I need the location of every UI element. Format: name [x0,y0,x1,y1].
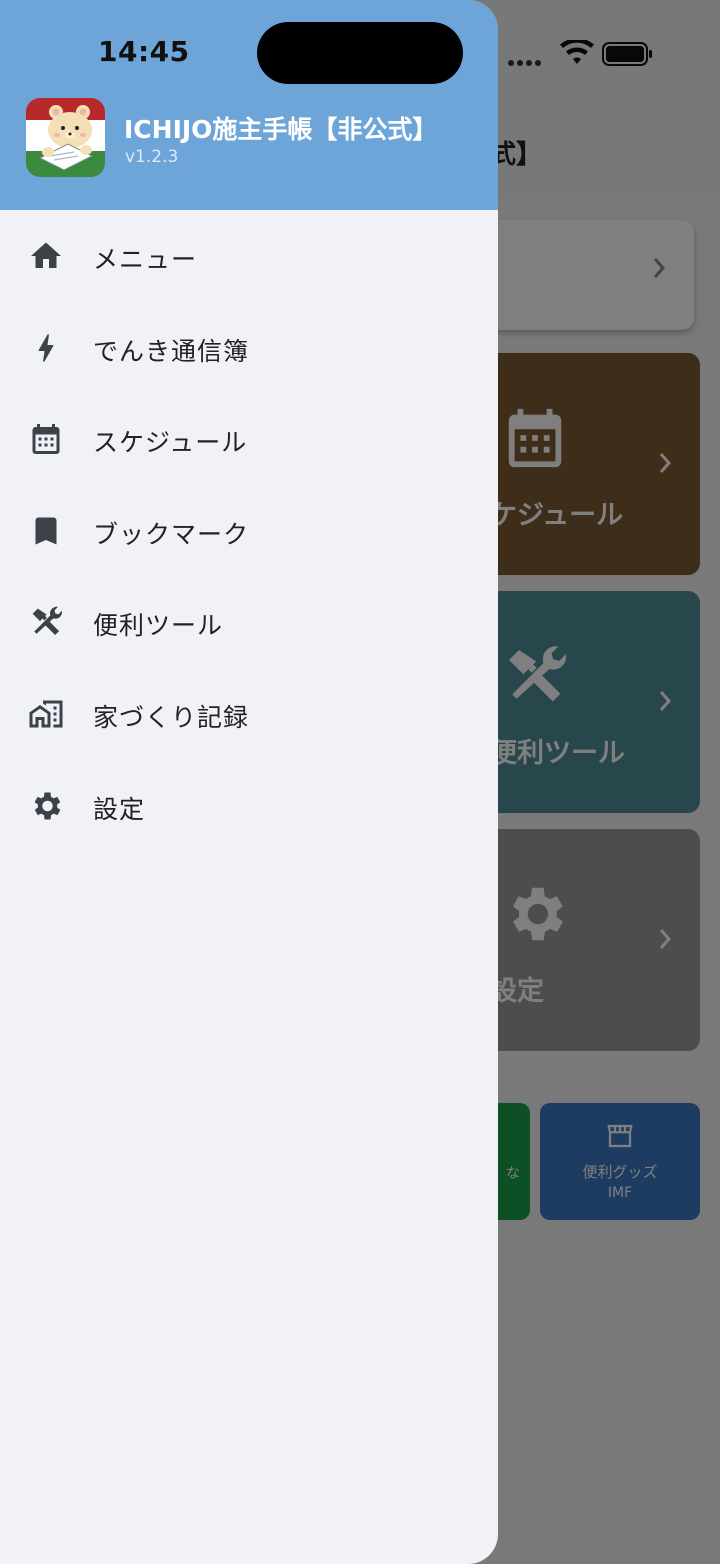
drawer-menu: メニュー でんき通信簿 スケジュール ブックマーク 便利ツール 家づくり記録 設… [0,210,498,851]
calendar-icon [32,424,60,455]
bear-mascot-icon [26,98,105,177]
menu-item-bookmark[interactable]: ブックマーク [0,485,498,577]
menu-item-label: でんき通信簿 [93,336,250,366]
menu-item-menu[interactable]: メニュー [0,210,498,302]
house-record-icon [29,700,63,728]
gear-icon [34,792,61,820]
tools-icon [32,607,63,636]
menu-item-label: 便利ツール [93,611,224,641]
menu-item-label: 家づくり記録 [93,702,250,732]
menu-item-schedule[interactable]: スケジュール [0,393,498,485]
app-title: ICHIJO施主手帳【非公式】 [124,115,438,144]
menu-item-electricity-report[interactable]: でんき通信簿 [0,302,498,394]
status-time: 14:45 [98,35,190,68]
menu-item-label: スケジュール [93,428,248,458]
menu-item-label: ブックマーク [93,519,250,549]
menu-item-house-record[interactable]: 家づくり記録 [0,668,498,760]
lightning-icon [38,334,54,362]
navigation-drawer: 14:45 ICHIJO施主手帳【非公式】 v1.2.3 メニュー でんき通信簿… [0,0,498,1564]
drawer-header: 14:45 ICHIJO施主手帳【非公式】 v1.2.3 [0,0,498,210]
app-logo [26,98,105,177]
menu-item-label: メニュー [93,245,198,274]
bookmark-icon [35,517,57,545]
dynamic-island [257,22,463,84]
menu-item-settings[interactable]: 設定 [0,760,498,852]
home-icon [31,242,61,268]
menu-item-label: 設定 [93,794,146,824]
app-version: v1.2.3 [125,147,179,167]
menu-item-tools[interactable]: 便利ツール [0,576,498,668]
